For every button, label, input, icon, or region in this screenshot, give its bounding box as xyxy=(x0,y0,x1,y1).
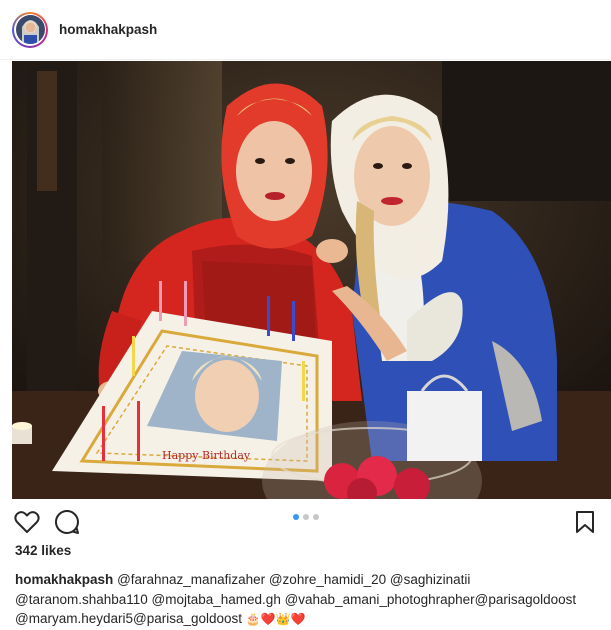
caption-emojis: 🎂❤️👑❤️ xyxy=(245,612,306,626)
like-button[interactable] xyxy=(13,508,41,536)
caption-line-2[interactable]: @taranom.shahba110 @mojtaba_hamed.gh @va… xyxy=(15,592,576,607)
caption-line-1[interactable]: @farahnaz_manafizaher @zohre_hamidi_20 @… xyxy=(117,572,470,587)
carousel-dot-2 xyxy=(303,514,309,520)
caption-username[interactable]: homakhakpash xyxy=(15,572,113,587)
save-button[interactable] xyxy=(571,508,599,536)
action-bar xyxy=(0,500,611,544)
avatar-inner-frame xyxy=(14,13,46,46)
carousel-dot-1 xyxy=(293,514,299,520)
party-photo-image: Happy Birthday xyxy=(12,61,611,499)
instagram-post: homakhakpash Happy Birthday 342 likes ho… xyxy=(0,0,611,627)
cake-text: Happy Birthday xyxy=(162,449,251,462)
post-photo[interactable]: Happy Birthday xyxy=(12,61,611,499)
avatar-photo-icon xyxy=(15,15,45,44)
avatar[interactable] xyxy=(12,11,48,48)
post-caption: homakhakpash @farahnaz_manafizaher @zohr… xyxy=(15,570,600,630)
header-username[interactable]: homakhakpash xyxy=(59,22,157,37)
avatar-image xyxy=(15,15,45,44)
comment-button[interactable] xyxy=(53,508,81,536)
likes-count[interactable]: 342 likes xyxy=(15,543,71,558)
carousel-dot-3 xyxy=(313,514,319,520)
post-header: homakhakpash xyxy=(0,0,611,60)
comment-bubble-icon xyxy=(55,509,79,534)
carousel-indicator xyxy=(293,514,319,520)
caption-line-3[interactable]: @maryam.heydari5@parisa_goldoost xyxy=(15,611,242,626)
bookmark-icon xyxy=(576,511,594,533)
heart-outline-icon xyxy=(14,511,40,533)
